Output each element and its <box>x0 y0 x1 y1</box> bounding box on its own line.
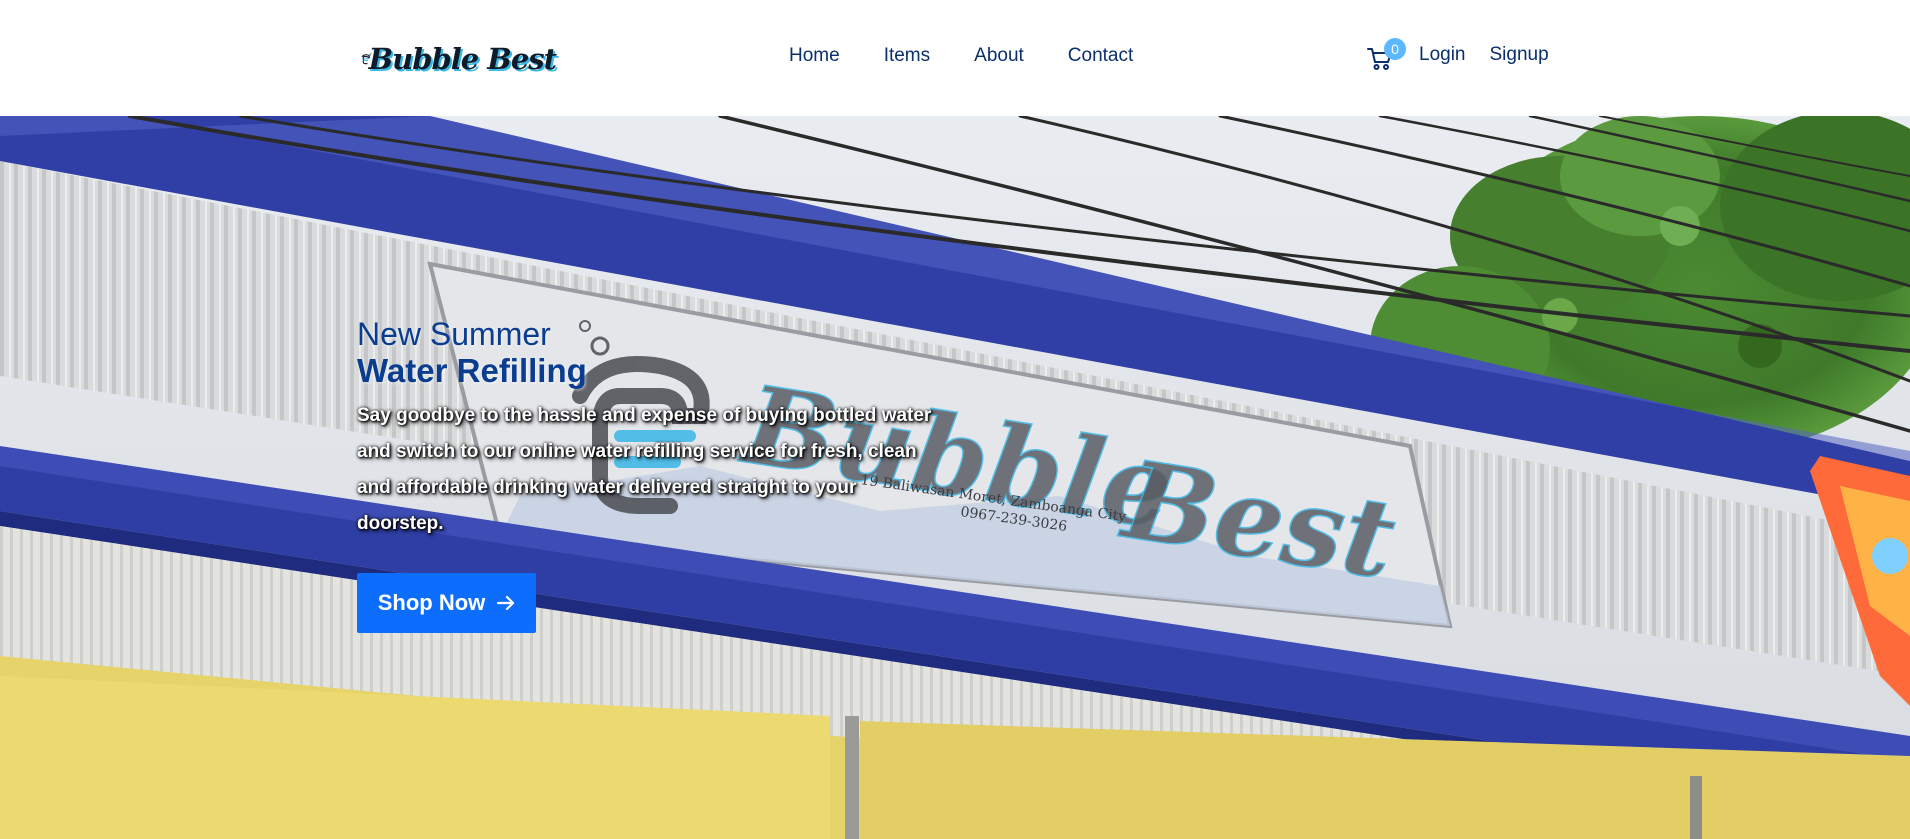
hero-section: Bubble Best 19 Baliwasan Moret, Zamboang… <box>0 116 1910 839</box>
auth-links: Login Signup <box>1419 43 1549 67</box>
brand-logo[interactable]: Bubble Best <box>360 36 557 82</box>
nav-about[interactable]: About <box>974 44 1024 68</box>
nav-contact[interactable]: Contact <box>1068 44 1133 68</box>
navbar: Bubble Best Home Items About Contact 0 L… <box>0 0 1910 116</box>
hero-content: New Summer Water Refilling Say goodbye t… <box>357 316 957 542</box>
shop-now-label: Shop Now <box>377 590 486 615</box>
login-link[interactable]: Login <box>1419 43 1466 67</box>
hero-description: Say goodbye to the hassle and expense of… <box>357 405 932 534</box>
cart-count-badge: 0 <box>1384 38 1406 60</box>
main-nav: Home Items About Contact <box>789 44 1133 68</box>
hero-title: Water Refilling <box>357 352 587 389</box>
shop-now-button[interactable]: Shop Now <box>357 573 536 633</box>
nav-items[interactable]: Items <box>884 44 930 68</box>
signup-link[interactable]: Signup <box>1490 43 1549 67</box>
nav-home[interactable]: Home <box>789 44 840 68</box>
hero-subtitle: New Summer <box>357 316 551 352</box>
cart-button[interactable]: 0 <box>1366 38 1406 76</box>
arrow-right-icon <box>497 595 515 611</box>
brand-name: Bubble Best <box>368 42 557 76</box>
